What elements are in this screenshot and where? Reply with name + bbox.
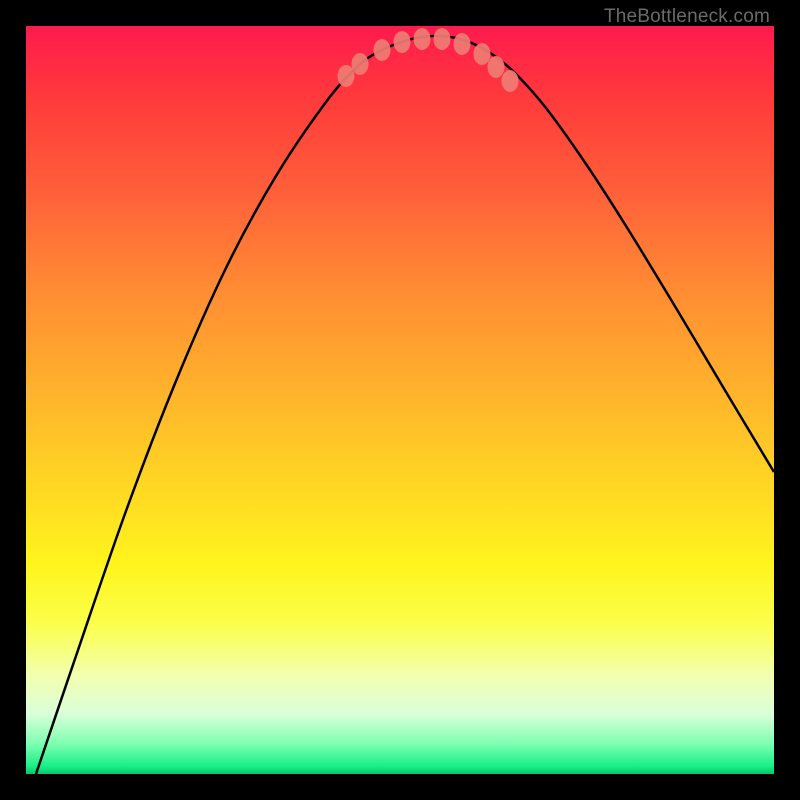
highlight-marker [352,53,369,75]
highlight-marker [502,70,519,92]
bottleneck-curve [36,36,774,774]
chart-area [26,26,774,774]
highlight-marker [374,39,391,61]
highlight-marker [338,65,355,87]
chart-svg [26,26,774,774]
highlight-marker [414,28,431,50]
highlight-marker [454,33,471,55]
highlight-marker [394,31,411,53]
outer-frame: TheBottleneck.com [0,0,800,800]
highlight-marker [434,28,451,50]
highlight-marker [474,43,491,65]
highlight-marker [488,56,505,78]
watermark-text: TheBottleneck.com [604,6,770,28]
